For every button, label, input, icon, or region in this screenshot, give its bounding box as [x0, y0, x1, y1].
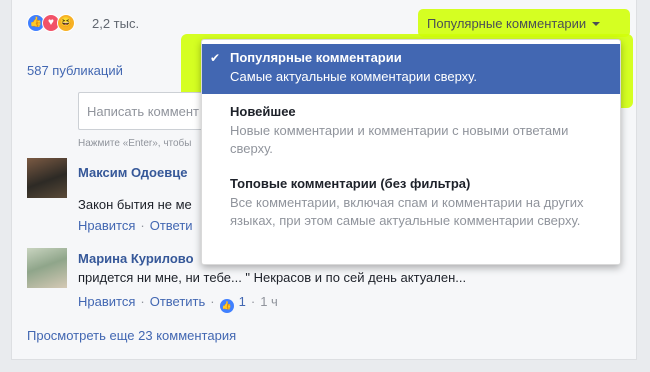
comment-sort-menu: ✔ Популярные комментарии Самые актуальны… [201, 39, 621, 265]
reply-comment-link[interactable]: Ответить [150, 294, 206, 309]
reactions-count[interactable]: 2,2 тыс. [92, 16, 139, 31]
caret-down-icon [592, 22, 601, 26]
publications-count-link[interactable]: 587 публикаций [27, 63, 123, 78]
option-description: Все комментарии, включая спам и коммента… [230, 195, 584, 228]
sort-option-newest[interactable]: Новейшее Новые комментарии и комментарии… [202, 98, 620, 160]
separator: · [250, 294, 256, 309]
option-title: Популярные комментарии [230, 50, 402, 65]
like-icon: 👍 [219, 299, 234, 313]
separator: · [210, 294, 215, 309]
comment-enter-hint: Нажмите «Enter», чтобы [78, 138, 192, 149]
avatar[interactable] [27, 248, 67, 288]
comment-sort-dropdown-toggle[interactable]: Популярные комментарии [427, 16, 601, 31]
comment-actions: Нравится · Ответи [78, 218, 193, 233]
sort-toggle-label: Популярные комментарии [427, 16, 587, 31]
comment-actions: Нравится · Ответить · 👍 1 · 1 ч [78, 294, 278, 313]
comment-text: Закон бытия не ме [78, 197, 192, 212]
sort-option-all-unfiltered[interactable]: Топовые комментарии (без фильтра) Все ко… [202, 170, 620, 250]
reply-comment-link[interactable]: Ответи [150, 218, 193, 233]
haha-reaction-icon: 😆 [57, 14, 75, 32]
like-comment-link[interactable]: Нравится [78, 218, 135, 233]
option-description: Самые актуальные комментарии сверху. [230, 69, 477, 84]
comment-likes-count[interactable]: 1 [239, 294, 246, 309]
like-comment-link[interactable]: Нравится [78, 294, 135, 309]
view-more-comments-link[interactable]: Просмотреть еще 23 комментария [27, 328, 236, 343]
comment-timestamp[interactable]: 1 ч [260, 294, 278, 309]
avatar[interactable] [27, 158, 67, 198]
comment-author-link[interactable]: Марина Курилово [78, 251, 194, 266]
separator: · [140, 218, 145, 233]
comment-author-link[interactable]: Максим Одоевце [78, 165, 187, 180]
comment-text: придется ни мне, ни тебе... " Некрасов и… [78, 270, 467, 285]
sort-option-popular[interactable]: ✔ Популярные комментарии Самые актуальны… [202, 44, 620, 94]
option-description: Новые комментарии и комментарии с новыми… [230, 123, 569, 156]
option-title: Топовые комментарии (без фильтра) [230, 176, 471, 191]
checkmark-icon: ✔ [210, 51, 221, 65]
separator: · [140, 294, 145, 309]
option-title: Новейшее [230, 104, 296, 119]
